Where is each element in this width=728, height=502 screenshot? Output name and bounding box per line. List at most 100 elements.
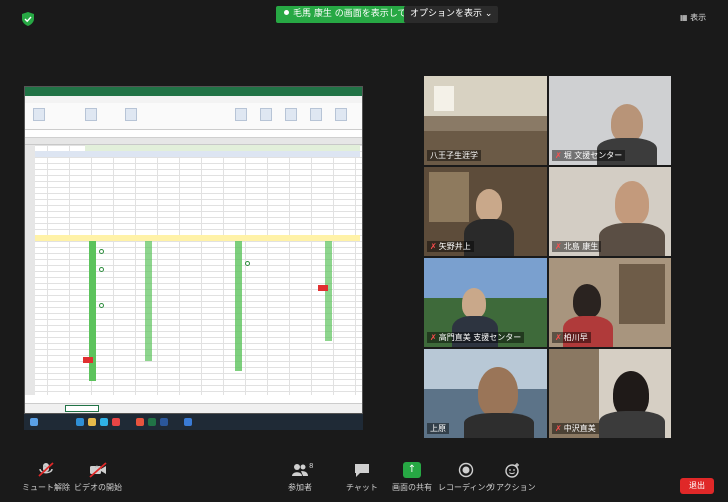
participant-face <box>476 189 502 221</box>
share-screen-label: 画面の共有 <box>392 483 432 492</box>
start-icon[interactable] <box>30 418 38 426</box>
reactions-label: リアクション <box>488 483 536 492</box>
security-shield-icon[interactable] <box>22 12 34 26</box>
participant-name: ✗ 堀 文援センター <box>552 150 626 161</box>
participant-name: ✗ 高門直美 支援センター <box>427 332 525 343</box>
folder-icon[interactable] <box>88 418 96 426</box>
start-video-label: ビデオの開始 <box>74 483 122 492</box>
zoom-meeting-window: 毛馬 康生 の画面を表示しています オプションを表示 ⌄ ▦ 表示 八王子生涯学… <box>0 0 728 502</box>
excel-spreadsheet-grid <box>25 145 362 395</box>
participants-label: 参加者 <box>288 483 312 492</box>
participants-button[interactable]: 8 参加者 <box>288 462 314 493</box>
view-options-button[interactable]: オプションを表示 ⌄ <box>404 6 499 23</box>
participant-body <box>464 413 534 438</box>
record-button[interactable]: レコーディング <box>438 462 493 493</box>
participant-tile[interactable]: ✗ 中沢直美 <box>549 349 671 438</box>
chat-button[interactable]: チャット <box>346 462 378 493</box>
excel-subheader-band <box>35 151 360 157</box>
insert-icon <box>285 108 297 121</box>
app-icon[interactable] <box>184 418 192 426</box>
view-options-label: オプションを表示 <box>410 9 483 19</box>
participant-name: 上原 <box>427 423 449 434</box>
participant-tile-active-speaker[interactable]: 上原 <box>424 349 547 438</box>
mic-muted-icon: ✗ <box>555 424 562 433</box>
participant-tile[interactable]: ✗ 北島 康生 <box>549 167 671 256</box>
excel-circle-mark <box>99 267 104 272</box>
chevron-up-icon[interactable]: ^ <box>94 465 100 473</box>
mic-muted-icon: ✗ <box>555 151 562 160</box>
table-icon <box>235 108 247 121</box>
share-screen-button[interactable]: ↑ 画面の共有 <box>392 462 432 493</box>
zoom-icon[interactable] <box>100 418 108 426</box>
participants-count: 8 <box>309 462 314 470</box>
excel-highlight-row <box>35 235 360 241</box>
excel-column-header <box>25 138 362 145</box>
participant-name: ✗ 中沢直美 <box>552 423 599 434</box>
app-icon[interactable] <box>112 418 120 426</box>
unmute-button[interactable]: ^ ミュート解除 <box>22 462 70 493</box>
excel-sheet-tab[interactable] <box>65 405 99 412</box>
mic-muted-icon: ✗ <box>555 333 562 342</box>
meeting-toolbar: ^ ミュート解除 ^ ビデオの開始 8 参加者 チャット ↑ 画面の共有 レコー… <box>0 452 728 502</box>
excel-red-cell <box>318 285 328 291</box>
share-screen-icon: ↑ <box>403 462 421 478</box>
format-icon <box>335 108 347 121</box>
participants-icon <box>292 464 308 476</box>
grid-view-icon: ▦ <box>680 13 688 22</box>
excel-circle-mark <box>99 303 104 308</box>
record-label: レコーディング <box>438 483 494 492</box>
edge-icon[interactable] <box>76 418 84 426</box>
excel-title-bar <box>25 87 362 96</box>
participant-tile[interactable]: ✗ 矢野井上 <box>424 167 547 256</box>
reactions-button[interactable]: リアクション <box>488 462 536 493</box>
participant-name: ✗ 柏川早 <box>552 332 591 343</box>
sharing-dot-icon <box>284 10 289 15</box>
tile-background <box>429 172 469 222</box>
powerpoint-icon[interactable] <box>136 418 144 426</box>
tile-background <box>434 86 454 111</box>
excel-green-column <box>235 241 242 371</box>
font-icon <box>85 108 97 121</box>
chevron-up-icon[interactable]: ^ <box>42 465 48 473</box>
excel-green-column <box>145 241 152 361</box>
excel-green-column <box>325 241 332 341</box>
delete-icon <box>310 108 322 121</box>
tile-background <box>619 264 665 324</box>
paste-icon <box>33 108 45 121</box>
participant-tile[interactable]: 八王子生涯学 <box>424 76 547 165</box>
shared-screen-excel <box>24 86 363 414</box>
participant-name: ✗ 矢野井上 <box>427 241 474 252</box>
participant-name: 八王子生涯学 <box>427 150 481 161</box>
participant-tile[interactable]: ✗ 柏川早 <box>549 258 671 347</box>
participant-face <box>611 104 643 142</box>
participant-tile[interactable]: ✗ 堀 文援センター <box>549 76 671 165</box>
start-video-button[interactable]: ^ ビデオの開始 <box>74 462 122 493</box>
mic-muted-icon: ✗ <box>430 333 437 342</box>
mic-muted-icon: ✗ <box>430 242 437 251</box>
participant-face <box>462 288 486 318</box>
participant-face <box>615 181 649 225</box>
unmute-label: ミュート解除 <box>22 483 70 492</box>
chat-icon <box>354 464 369 477</box>
reaction-smiley-icon <box>505 463 519 478</box>
view-layout-button[interactable]: ▦ 表示 <box>680 12 706 23</box>
view-layout-label: 表示 <box>690 13 707 22</box>
leave-meeting-button[interactable]: 退出 <box>680 478 714 494</box>
word-icon[interactable] <box>160 418 168 426</box>
participant-face <box>573 284 601 318</box>
excel-icon[interactable] <box>148 418 156 426</box>
participant-body <box>599 411 665 438</box>
chevron-down-icon: ⌄ <box>484 9 493 19</box>
excel-ribbon <box>25 103 362 130</box>
participant-tile[interactable]: ✗ 高門直美 支援センター <box>424 258 547 347</box>
excel-circle-mark <box>99 249 104 254</box>
excel-ribbon-tabs <box>25 96 362 103</box>
mic-muted-icon: ✗ <box>555 242 562 251</box>
top-bar: 毛馬 康生 の画面を表示しています オプションを表示 ⌄ ▦ 表示 <box>0 0 728 38</box>
excel-formula-bar <box>25 130 362 138</box>
cell-style-icon <box>260 108 272 121</box>
excel-status-bar <box>25 403 362 413</box>
participant-name: ✗ 北島 康生 <box>552 241 602 252</box>
chat-label: チャット <box>346 483 378 492</box>
align-icon <box>125 108 137 121</box>
